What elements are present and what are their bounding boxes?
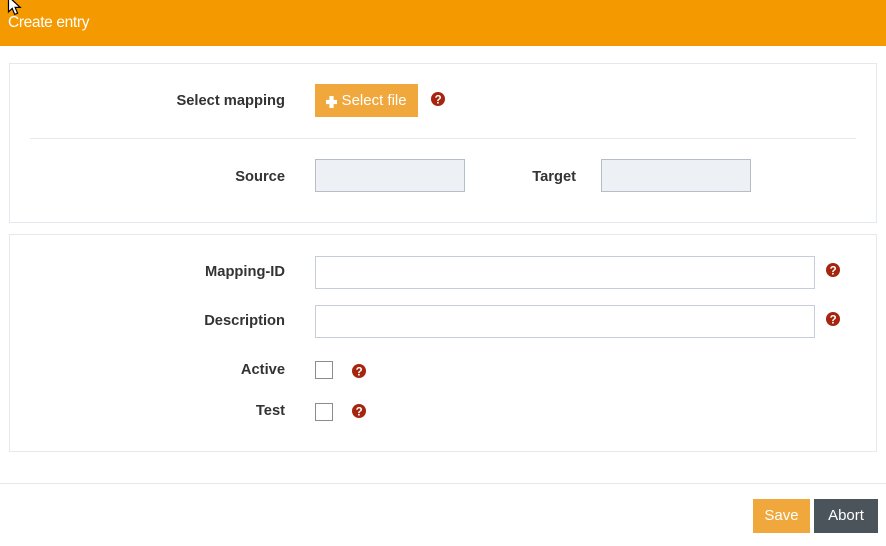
svg-text:?: ? (435, 94, 442, 106)
svg-text:?: ? (830, 265, 837, 277)
svg-text:?: ? (356, 406, 363, 418)
svg-text:?: ? (830, 314, 837, 326)
svg-text:?: ? (356, 366, 363, 378)
